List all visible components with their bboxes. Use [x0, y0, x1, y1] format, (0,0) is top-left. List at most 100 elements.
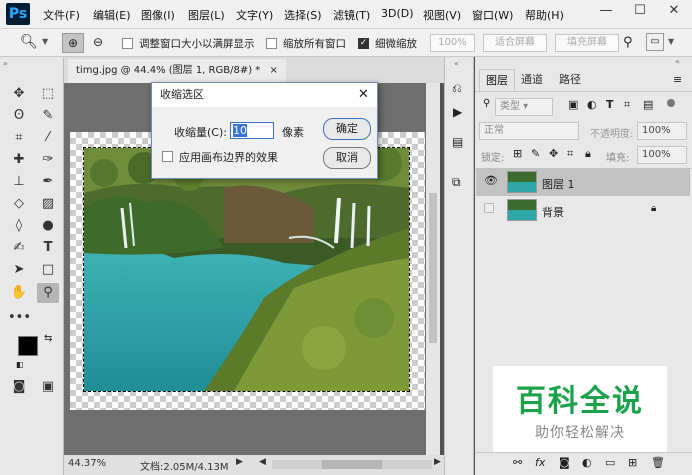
- ok-button[interactable]: 确定: [323, 118, 371, 140]
- clone-stamp-tool-icon[interactable]: ⊥: [8, 172, 30, 192]
- eyedropper-tool-icon[interactable]: ⁄: [37, 128, 59, 148]
- tab-channels[interactable]: 通道: [515, 69, 549, 91]
- layer-name[interactable]: 图层 1: [542, 176, 575, 192]
- fill-screen-button[interactable]: 填充屏幕: [555, 34, 619, 52]
- panel-menu-icon[interactable]: ≡: [673, 73, 682, 86]
- eye-icon[interactable]: 👁︎: [484, 174, 498, 187]
- lock-position-icon[interactable]: ✥: [549, 147, 558, 160]
- scrollbar-thumb[interactable]: [429, 193, 437, 343]
- fx-icon[interactable]: fx: [535, 456, 545, 469]
- close-window-button[interactable]: ✕: [654, 0, 692, 22]
- horizontal-scrollbar-thumb[interactable]: [322, 460, 382, 469]
- blend-mode-dropdown[interactable]: 正常: [479, 122, 579, 140]
- history-brush-tool-icon[interactable]: ✒: [37, 172, 59, 192]
- collapse-panel-icon[interactable]: «: [675, 57, 680, 66]
- menu-window[interactable]: 窗口(W): [472, 7, 513, 23]
- type-tool-icon[interactable]: T: [37, 238, 59, 258]
- fit-screen-button[interactable]: 适合屏幕: [483, 34, 547, 52]
- zoom-100-button[interactable]: 100%: [430, 34, 475, 52]
- apply-canvas-checkbox[interactable]: [162, 151, 173, 162]
- delete-layer-icon[interactable]: 🗑︎: [651, 456, 665, 469]
- foreground-color-swatch[interactable]: [18, 336, 38, 356]
- tab-layers[interactable]: 图层: [479, 69, 515, 91]
- layer-name[interactable]: 背景: [542, 204, 564, 220]
- filter-smart-icon[interactable]: ▤: [643, 98, 653, 111]
- cancel-button[interactable]: 取消: [323, 147, 371, 169]
- scroll-left-icon[interactable]: ◀: [259, 457, 266, 467]
- hand-tool-icon[interactable]: ✋: [8, 283, 30, 303]
- link-layers-icon[interactable]: ⚯: [513, 456, 522, 469]
- rectangle-tool-icon[interactable]: □: [37, 260, 59, 280]
- move-tool-icon[interactable]: ✥: [8, 84, 30, 104]
- workspace-chevron-icon[interactable]: ▼: [668, 37, 674, 46]
- menu-view[interactable]: 视图(V): [423, 7, 461, 23]
- menu-layer[interactable]: 图层(L): [188, 7, 225, 23]
- glyphs-panel-icon[interactable]: ⧉: [452, 175, 461, 190]
- collapse-panels-icon[interactable]: «: [454, 59, 459, 68]
- zoom-tool-preset-icon[interactable]: 🔍︎: [20, 34, 38, 50]
- scrubby-zoom-checkbox[interactable]: ✓: [358, 38, 369, 49]
- default-colors-icon[interactable]: ◧: [16, 360, 24, 369]
- menu-edit[interactable]: 编辑(E): [93, 7, 131, 23]
- pen-tool-icon[interactable]: ✍: [8, 238, 30, 258]
- adjustment-layer-icon[interactable]: ◐: [582, 456, 592, 469]
- fill-field[interactable]: 100%: [637, 146, 687, 164]
- contract-amount-input[interactable]: 10: [230, 122, 274, 139]
- new-layer-icon[interactable]: ⊞: [628, 456, 637, 469]
- layer-row-background[interactable]: 背景 🔒︎: [476, 196, 690, 224]
- opacity-field[interactable]: 100%: [637, 122, 687, 140]
- zoom-all-checkbox[interactable]: [266, 38, 277, 49]
- doc-info-arrow-icon[interactable]: ▶: [236, 457, 243, 467]
- menu-3d[interactable]: 3D(D): [381, 7, 414, 20]
- menu-help[interactable]: 帮助(H): [525, 7, 564, 23]
- filter-toggle-icon[interactable]: [667, 99, 675, 107]
- tab-paths[interactable]: 路径: [553, 69, 587, 91]
- close-tab-icon[interactable]: ×: [269, 65, 277, 76]
- more-tools-icon[interactable]: •••: [8, 308, 31, 328]
- menu-file[interactable]: 文件(F): [43, 7, 80, 23]
- zoom-tool-icon[interactable]: ⚲: [37, 283, 59, 303]
- lock-pixels-icon[interactable]: ✎: [531, 147, 540, 160]
- path-select-tool-icon[interactable]: ➤: [8, 260, 30, 280]
- history-panel-icon[interactable]: ⎌: [452, 81, 462, 96]
- kind-filter-dropdown[interactable]: 类型 ▾: [495, 98, 553, 116]
- quick-mask-icon[interactable]: ◙: [8, 377, 30, 397]
- chevron-down-icon[interactable]: ▼: [42, 37, 48, 46]
- resize-windows-checkbox[interactable]: [122, 38, 133, 49]
- swap-colors-icon[interactable]: ⇆: [44, 333, 52, 344]
- crop-tool-icon[interactable]: ⌗: [8, 128, 30, 148]
- zoom-in-icon[interactable]: ⊕: [62, 33, 84, 53]
- menu-filter[interactable]: 滤镜(T): [333, 7, 370, 23]
- scroll-right-icon[interactable]: ▶: [434, 457, 441, 467]
- eraser-tool-icon[interactable]: ◇: [8, 194, 30, 214]
- healing-brush-tool-icon[interactable]: ✚: [8, 150, 30, 170]
- lock-artboard-icon[interactable]: ⌗: [567, 147, 573, 161]
- lock-all-icon[interactable]: 🔒︎: [585, 147, 591, 161]
- vertical-scrollbar[interactable]: [426, 83, 440, 455]
- visibility-toggle-empty[interactable]: [484, 203, 494, 213]
- filter-pixel-icon[interactable]: ▣: [568, 98, 578, 111]
- properties-panel-icon[interactable]: ▤: [452, 135, 463, 149]
- lasso-tool-icon[interactable]: ʘ: [8, 106, 30, 126]
- search-icon[interactable]: ⚲: [623, 35, 633, 50]
- menu-image[interactable]: 图像(I): [141, 7, 175, 23]
- filter-adjustment-icon[interactable]: ◐: [587, 98, 597, 111]
- collapse-arrows-icon[interactable]: »: [3, 59, 8, 68]
- workspace-icon[interactable]: ▭: [646, 33, 664, 51]
- zoom-level[interactable]: 44.37%: [68, 458, 106, 469]
- horizontal-scrollbar[interactable]: [272, 460, 432, 469]
- dodge-tool-icon[interactable]: ●: [37, 216, 59, 236]
- gradient-tool-icon[interactable]: ▨: [37, 194, 59, 214]
- actions-play-icon[interactable]: ▶: [453, 105, 462, 119]
- menu-select[interactable]: 选择(S): [284, 7, 322, 23]
- zoom-out-icon[interactable]: ⊖: [88, 33, 108, 53]
- add-mask-icon[interactable]: ◙: [559, 456, 570, 469]
- new-group-icon[interactable]: ▭: [605, 456, 615, 469]
- filter-type-icon[interactable]: T: [606, 98, 614, 111]
- filter-shape-icon[interactable]: ⌗: [624, 98, 630, 112]
- screen-mode-icon[interactable]: ▣: [37, 377, 59, 397]
- layer-row-layer1[interactable]: 👁︎ 图层 1: [476, 168, 690, 196]
- blur-tool-icon[interactable]: ◊: [8, 216, 30, 236]
- brush-tool-icon[interactable]: ✑: [37, 150, 59, 170]
- quick-select-tool-icon[interactable]: ✎: [37, 106, 59, 126]
